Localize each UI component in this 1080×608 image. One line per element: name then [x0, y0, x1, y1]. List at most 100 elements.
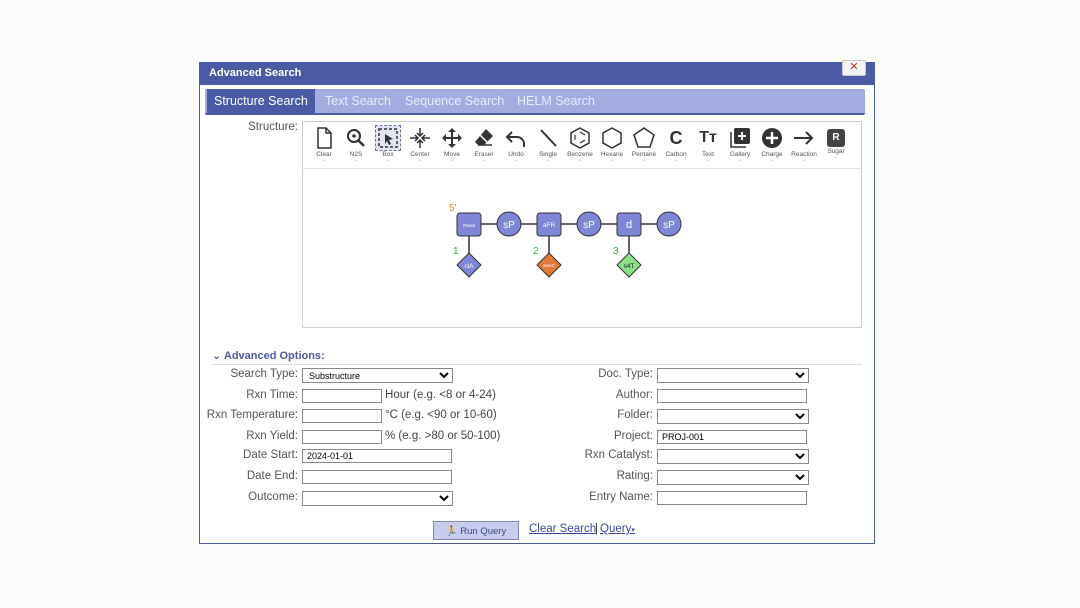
- structure-editor[interactable]: Clear ⌄ N2S ⌄ Box ⌄ Center ⌄ Move ⌄ Eras…: [302, 121, 862, 328]
- phosphate-label-3: sP: [663, 220, 675, 231]
- rxn-yield-input[interactable]: [302, 430, 382, 444]
- rxn-temperature-hint: °C (e.g. <90 or 10-60): [385, 409, 497, 421]
- folder-label: Folder:: [617, 409, 653, 421]
- dialog-title: Advanced Search: [200, 62, 874, 85]
- phosphate-label-2: sP: [583, 220, 595, 231]
- five-prime-label: 5': [449, 203, 457, 214]
- folder-select[interactable]: [657, 409, 809, 424]
- advanced-search-dialog: Advanced Search ✕ Structure Search Text …: [199, 60, 875, 544]
- advanced-options-label: Advanced Options:: [223, 350, 325, 362]
- base-index-2: 2: [533, 246, 539, 257]
- tool-n2s[interactable]: N2S ⌄: [341, 124, 371, 166]
- run-icon: 🏃: [445, 526, 458, 537]
- tool-box[interactable]: Box ⌄: [373, 124, 403, 166]
- tool-pentane[interactable]: Pentane ⌄: [629, 124, 659, 166]
- plus-circle-icon: [762, 128, 782, 148]
- rxn-time-label: Rxn Time:: [246, 389, 298, 401]
- tool-clear[interactable]: Clear ⌄: [309, 124, 339, 166]
- tool-move[interactable]: Move ⌄: [437, 124, 467, 166]
- tool-hexane[interactable]: Hexane ⌄: [597, 124, 627, 166]
- tool-center[interactable]: Center ⌄: [405, 124, 435, 166]
- doc-type-select[interactable]: [657, 368, 809, 383]
- rxn-temperature-label: Rxn Temperature:: [206, 409, 298, 421]
- tab-sequence-search[interactable]: Sequence Search: [398, 89, 511, 113]
- search-type-label: Search Type:: [230, 368, 298, 380]
- text-icon: Tт: [699, 129, 717, 146]
- base-label-3: s4T: [624, 263, 635, 270]
- doc-type-label: Doc. Type:: [598, 368, 653, 380]
- structure-label: Structure:: [248, 121, 298, 133]
- arrow-right-icon: [794, 131, 814, 145]
- single-bond-icon: [540, 129, 557, 147]
- project-label: Project:: [614, 430, 653, 442]
- phosphate-label-1: sP: [503, 220, 515, 231]
- sugar-label-2: aFR: [543, 222, 556, 229]
- undo-icon: [505, 131, 525, 147]
- close-button[interactable]: ✕: [842, 60, 866, 76]
- tool-undo[interactable]: Undo ⌄: [501, 124, 531, 166]
- project-input[interactable]: [657, 430, 807, 444]
- entry-name-input[interactable]: [657, 491, 807, 505]
- rxn-temperature-input[interactable]: [302, 409, 382, 423]
- base-label-2: 5meC: [543, 263, 556, 268]
- clear-search-link[interactable]: Clear Search: [529, 523, 596, 535]
- outcome-select[interactable]: [302, 491, 453, 506]
- link-separator: |: [595, 523, 598, 535]
- base-index-1: 1: [453, 246, 459, 257]
- zoom-icon: [347, 129, 365, 147]
- outcome-label: Outcome:: [248, 491, 298, 503]
- rxn-yield-hint: % (e.g. >80 or 50-100): [385, 430, 501, 442]
- tab-structure-search[interactable]: Structure Search: [207, 89, 315, 113]
- tool-sugar[interactable]: R Sugar ⌄: [821, 124, 851, 166]
- eraser-icon: [475, 129, 493, 146]
- base-index-3: 3: [613, 246, 619, 257]
- tab-bar: Structure Search Text Search Sequence Se…: [205, 89, 865, 115]
- date-end-input[interactable]: [302, 470, 452, 484]
- pentagon-icon: [633, 127, 655, 148]
- author-input[interactable]: [657, 389, 807, 403]
- sugar-icon: R: [827, 129, 845, 147]
- rating-label: Rating:: [616, 470, 653, 482]
- rxn-catalyst-label: Rxn Catalyst:: [584, 449, 653, 461]
- author-label: Author:: [615, 389, 653, 401]
- box-select-icon: [375, 125, 401, 151]
- tool-charge[interactable]: Charge ⌄: [757, 124, 787, 166]
- sugar-label-1: rNeab: [463, 223, 476, 228]
- tab-helm-search[interactable]: HELM Search: [510, 89, 602, 113]
- rxn-time-hint: Hour (e.g. <8 or 4-24): [385, 389, 496, 401]
- search-type-select[interactable]: Substructure: [302, 368, 453, 383]
- rxn-yield-label: Rxn Yield:: [246, 430, 298, 442]
- gallery-icon: [730, 128, 750, 148]
- run-query-button[interactable]: 🏃 Run Query: [433, 521, 519, 540]
- tool-reaction[interactable]: Reaction ⌄: [789, 124, 819, 166]
- page-icon: [317, 127, 332, 149]
- tool-carbon[interactable]: C Carbon ⌄: [661, 124, 691, 166]
- caret-down-icon: ▾: [631, 527, 635, 534]
- rating-select[interactable]: [657, 470, 809, 485]
- hexagon-icon: [602, 127, 622, 149]
- entry-name-label: Entry Name:: [589, 491, 653, 503]
- tool-gallery[interactable]: Gallery ⌄: [725, 124, 755, 166]
- rxn-catalyst-select[interactable]: [657, 449, 809, 464]
- editor-toolbar: Clear ⌄ N2S ⌄ Box ⌄ Center ⌄ Move ⌄ Eras…: [303, 122, 861, 169]
- tool-text[interactable]: Tт Text ⌄: [693, 124, 723, 166]
- center-icon: [410, 128, 430, 148]
- date-start-label: Date Start:: [243, 449, 298, 461]
- tool-single[interactable]: Single ⌄: [533, 124, 563, 166]
- benzene-icon: [570, 127, 590, 149]
- base-label-1: clA: [464, 263, 474, 270]
- run-query-label: Run Query: [460, 526, 507, 537]
- date-start-input[interactable]: [302, 449, 452, 463]
- carbon-icon: C: [669, 128, 683, 148]
- helm-molecule[interactable]: 5' rNeab sP aFR sP d sP 1 2 3 clA 5meC s…: [303, 168, 861, 328]
- chevron-down-icon: ⌄: [212, 350, 222, 362]
- tool-eraser[interactable]: Eraser ⌄: [469, 124, 499, 166]
- tool-benzene[interactable]: Benzene ⌄: [565, 124, 595, 166]
- tab-text-search[interactable]: Text Search: [318, 89, 398, 113]
- query-menu-link[interactable]: Query▾: [600, 523, 635, 535]
- rxn-time-input[interactable]: [302, 389, 382, 403]
- date-end-label: Date End:: [246, 470, 298, 482]
- query-label: Query: [600, 523, 632, 535]
- sugar-label-3: d: [626, 219, 632, 231]
- advanced-options-toggle[interactable]: ⌄ Advanced Options:: [212, 349, 862, 365]
